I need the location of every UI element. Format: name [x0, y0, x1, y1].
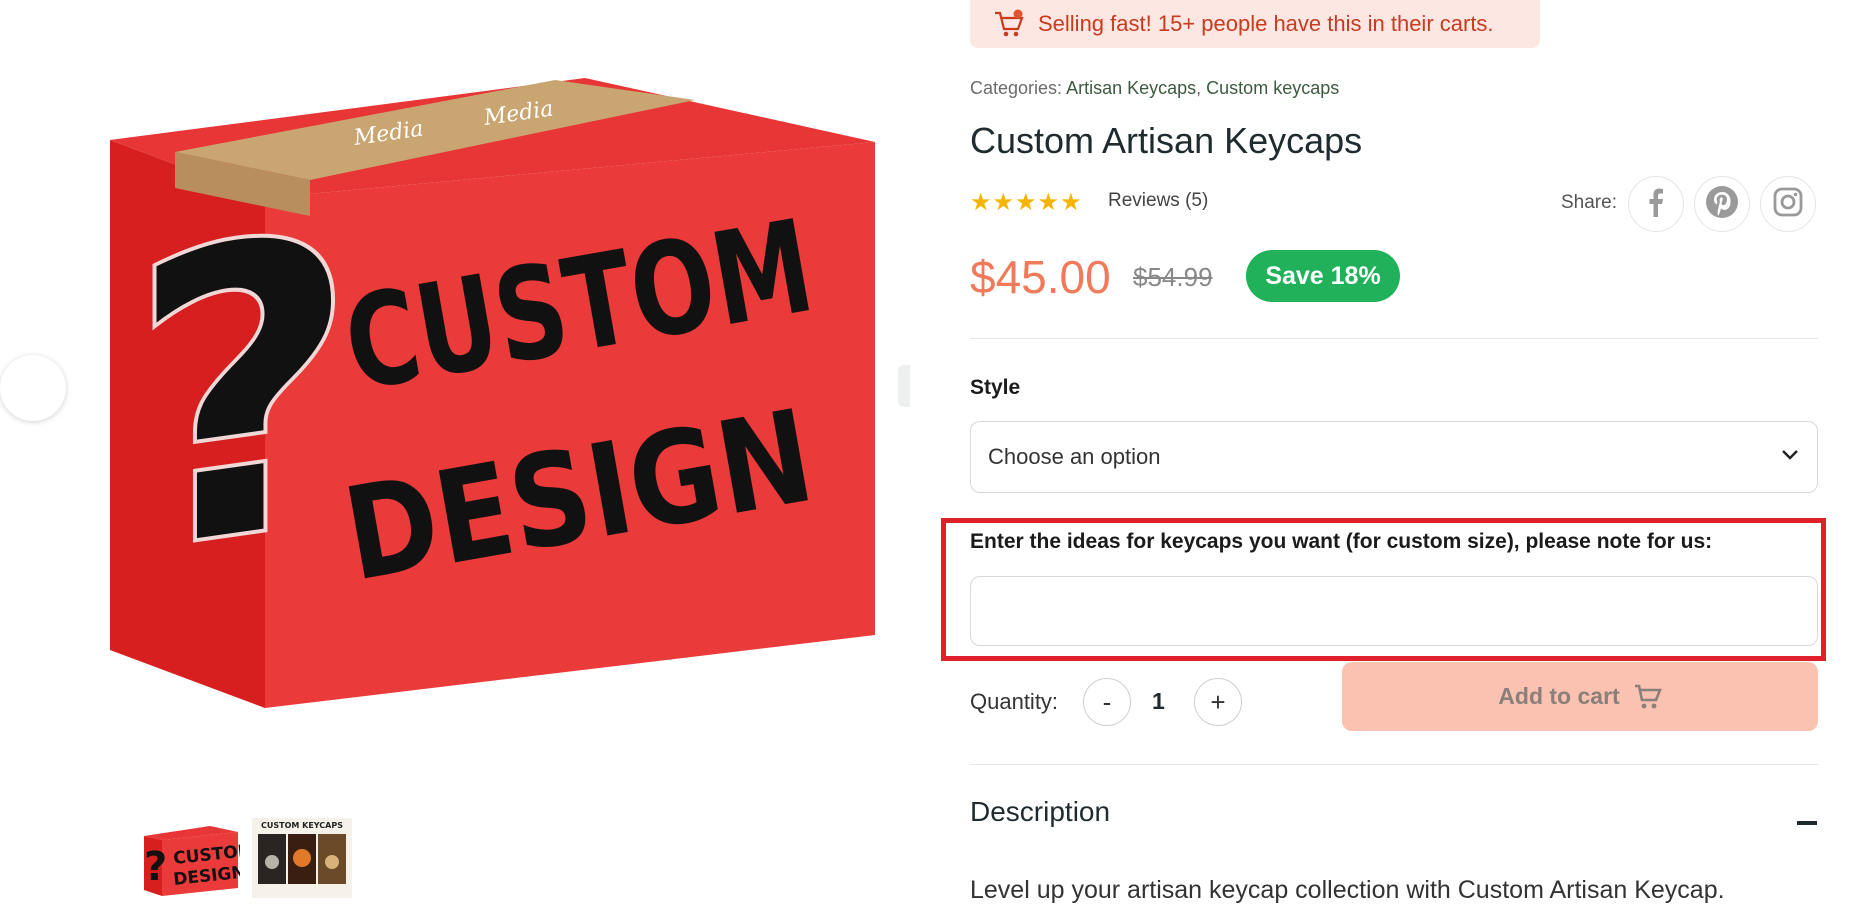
question-mark: ?	[127, 146, 359, 644]
reviews-link[interactable]: Reviews (5)	[1108, 190, 1208, 212]
thumbnail-2[interactable]: CUSTOM KEYCAPS	[252, 818, 352, 898]
quantity-increase-button[interactable]: +	[1194, 678, 1242, 726]
svg-text:?: ?	[144, 844, 167, 890]
description-heading[interactable]: Description	[970, 796, 1110, 828]
product-title: Custom Artisan Keycaps	[970, 120, 1363, 161]
divider	[970, 764, 1818, 765]
add-to-cart-button[interactable]: Add to cart	[1342, 662, 1818, 731]
custom-note-label: Enter the ideas for keycaps you want (fo…	[970, 530, 1713, 553]
style-select-value: Choose an option	[988, 444, 1161, 469]
rating-stars: ★★★★★	[970, 189, 1083, 216]
product-main-image: Media Media ? CUSTOM DESIGN	[110, 78, 875, 708]
selling-fast-alert: Selling fast! 15+ people have this in th…	[970, 0, 1540, 48]
share-facebook-button[interactable]	[1628, 176, 1684, 232]
cart-icon	[1634, 684, 1662, 710]
category-link-custom-keycaps[interactable]: Custom keycaps	[1206, 78, 1339, 98]
thumbnail-1[interactable]: ? CUSTOM DESIGN	[140, 818, 256, 898]
share-pinterest-button[interactable]	[1694, 176, 1750, 232]
add-to-cart-label: Add to cart	[1498, 683, 1620, 709]
svg-text:CUSTOM KEYCAPS: CUSTOM KEYCAPS	[261, 821, 343, 830]
category-link-artisan-keycaps[interactable]: Artisan Keycaps	[1066, 78, 1196, 98]
facebook-icon	[1648, 187, 1664, 222]
quantity-value[interactable]: 1	[1152, 688, 1165, 715]
custom-note-input[interactable]	[970, 576, 1818, 646]
current-price: $45.00	[970, 251, 1111, 303]
quantity-decrease-button[interactable]: -	[1083, 678, 1131, 726]
alert-text: Selling fast! 15+ people have this in th…	[1038, 11, 1494, 36]
chevron-down-icon	[1781, 448, 1799, 466]
instagram-icon	[1773, 187, 1803, 222]
quantity-label: Quantity:	[970, 689, 1059, 714]
description-text: Level up your artisan keycap collection …	[970, 876, 1725, 904]
original-price: $54.99	[1133, 262, 1213, 292]
save-badge: Save 18%	[1246, 250, 1400, 302]
share-instagram-button[interactable]	[1760, 176, 1816, 232]
shopping-cart-icon	[992, 7, 1026, 41]
category-separator: ,	[1196, 78, 1202, 98]
categories: Categories: Artisan Keycaps, Custom keyc…	[970, 78, 1339, 99]
collapse-icon[interactable]	[1797, 821, 1817, 825]
divider	[970, 338, 1818, 339]
gallery-next-button[interactable]	[898, 365, 910, 407]
style-label: Style	[970, 376, 1021, 399]
pinterest-icon	[1705, 185, 1739, 224]
categories-label: Categories:	[970, 78, 1063, 98]
style-select[interactable]: Choose an option	[970, 421, 1818, 493]
share-label: Share:	[1561, 192, 1617, 213]
